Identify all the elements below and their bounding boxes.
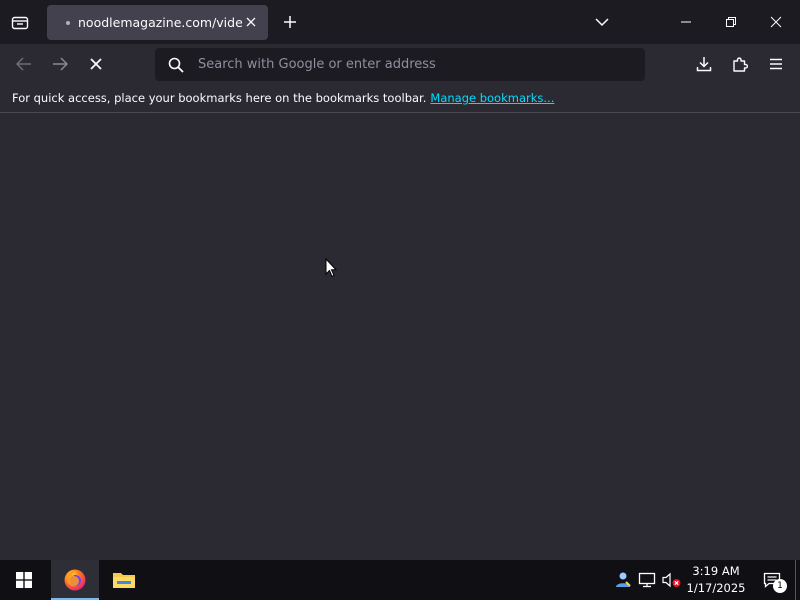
mouse-cursor — [325, 257, 338, 282]
bookmarks-empty-message: For quick access, place your bookmarks h… — [12, 91, 427, 105]
start-button[interactable] — [0, 560, 48, 600]
download-icon — [696, 57, 712, 72]
chevron-down-icon — [595, 18, 609, 27]
navigation-toolbar — [0, 44, 800, 84]
manage-bookmarks-link[interactable]: Manage bookmarks... — [430, 91, 554, 105]
page-content[interactable] — [0, 113, 800, 560]
bookmarks-toolbar: For quick access, place your bookmarks h… — [0, 84, 800, 113]
clock-time: 3:19 AM — [692, 564, 740, 578]
close-icon — [90, 58, 102, 70]
tab-strip: noodlemagazine.com/video/m — [0, 0, 800, 44]
tray-network[interactable] — [636, 560, 658, 600]
minimize-icon — [681, 21, 691, 23]
tray-user-status[interactable] — [612, 560, 634, 600]
forward-button[interactable] — [44, 48, 76, 80]
action-center-button[interactable]: 1 — [752, 560, 792, 600]
taskbar-file-explorer[interactable] — [100, 560, 148, 600]
tab-loading-indicator — [66, 20, 70, 25]
pointer-cursor-icon — [325, 257, 338, 278]
tab-list-icon — [11, 16, 29, 30]
tab-active[interactable]: noodlemagazine.com/video/m — [47, 5, 268, 40]
stop-loading-button[interactable] — [80, 48, 112, 80]
hamburger-icon — [770, 58, 782, 70]
application-menu-button[interactable] — [760, 48, 792, 80]
close-icon — [770, 16, 782, 28]
system-clock[interactable]: 3:19 AM 1/17/2025 — [686, 563, 746, 597]
list-all-tabs-button[interactable] — [588, 8, 616, 36]
address-bar[interactable] — [155, 48, 645, 81]
user-sync-icon — [616, 572, 631, 587]
window-close-button[interactable] — [756, 4, 796, 40]
folder-icon — [113, 573, 135, 588]
clock-date: 1/17/2025 — [686, 581, 746, 595]
window-restore-button[interactable] — [711, 4, 751, 40]
downloads-button[interactable] — [688, 48, 720, 80]
windows-logo-icon — [16, 572, 32, 588]
new-tab-button[interactable] — [276, 8, 304, 36]
volume-muted-icon — [662, 572, 681, 588]
search-icon — [168, 57, 184, 73]
window-minimize-button[interactable] — [666, 4, 706, 40]
notification-count-badge: 1 — [773, 579, 787, 593]
tray-volume[interactable] — [660, 560, 684, 600]
puzzle-icon — [733, 57, 748, 72]
tab-close-button[interactable] — [242, 13, 260, 31]
taskbar: 3:19 AM 1/17/2025 1 — [0, 560, 800, 600]
close-icon — [246, 17, 256, 27]
show-desktop-button[interactable] — [795, 560, 800, 600]
firefox-icon — [64, 569, 86, 591]
network-icon — [638, 572, 656, 588]
arrow-right-icon — [53, 57, 68, 71]
taskbar-firefox[interactable] — [51, 560, 99, 600]
restore-icon — [726, 17, 736, 27]
plus-icon — [284, 16, 296, 28]
tab-title: noodlemagazine.com/video/m — [78, 15, 242, 30]
address-input[interactable] — [198, 57, 618, 72]
back-button[interactable] — [8, 48, 40, 80]
tab-list-button[interactable] — [4, 6, 36, 38]
extensions-button[interactable] — [724, 48, 756, 80]
arrow-left-icon — [16, 57, 31, 71]
